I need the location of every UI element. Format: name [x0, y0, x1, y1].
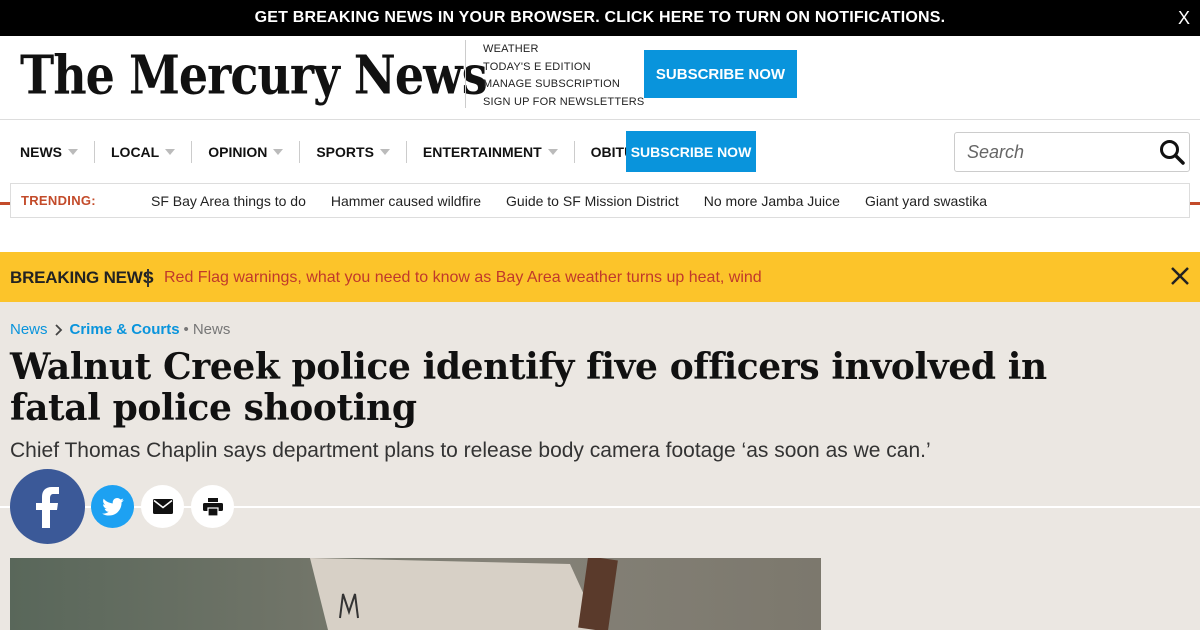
- trending-link[interactable]: Guide to SF Mission District: [506, 193, 679, 209]
- search-icon[interactable]: [1159, 139, 1185, 165]
- nav-item-label: NEWS: [20, 143, 62, 160]
- caret-down-icon: [68, 148, 78, 155]
- nav-item-local[interactable]: LOCAL: [95, 140, 193, 163]
- print-icon: [202, 497, 223, 516]
- trending-link[interactable]: No more Jamba Juice: [704, 193, 840, 209]
- search-box: [954, 132, 1190, 172]
- breaking-divider: [147, 269, 149, 287]
- masthead-divider: [465, 40, 466, 108]
- nav-item-opinion[interactable]: OPINION: [192, 140, 301, 163]
- nav-item-entertainment[interactable]: ENTERTAINMENT: [407, 140, 575, 163]
- email-icon: [152, 499, 173, 514]
- trending-link[interactable]: SF Bay Area things to do: [151, 193, 306, 209]
- trending-link[interactable]: Giant yard swastika: [865, 193, 987, 209]
- masthead-link-e-edition[interactable]: TODAY'S E EDITION: [483, 59, 644, 77]
- search-input[interactable]: [955, 133, 1145, 171]
- article-dek: Chief Thomas Chaplin says department pla…: [10, 439, 931, 462]
- notification-text[interactable]: GET BREAKING NEWS IN YOUR BROWSER. CLICK…: [0, 9, 1200, 27]
- nav-menu: NEWS LOCAL OPINION SPORTS ENTERTAINMENT …: [20, 131, 709, 172]
- facebook-share-button[interactable]: [10, 469, 85, 544]
- masthead-link-newsletters[interactable]: SIGN UP FOR NEWSLETTERS: [483, 94, 644, 112]
- hero-photo: [10, 558, 821, 630]
- nav-item-label: OPINION: [208, 143, 268, 160]
- facebook-icon: [35, 486, 59, 528]
- main-nav: NEWS LOCAL OPINION SPORTS ENTERTAINMENT …: [0, 120, 1200, 252]
- caret-down-icon: [273, 148, 284, 155]
- nav-subscribe-button[interactable]: SUBSCRIBE NOW: [626, 131, 756, 172]
- nav-item-label: ENTERTAINMENT: [422, 143, 542, 160]
- twitter-icon: [101, 497, 124, 516]
- breadcrumb-section: News: [192, 321, 231, 338]
- breaking-news-bar: BREAKING NEWS Red Flag warnings, what yo…: [0, 252, 1200, 302]
- trending-link[interactable]: Hammer caused wildfire: [331, 193, 481, 209]
- twitter-share-button[interactable]: [91, 485, 134, 528]
- breadcrumb-root[interactable]: News: [10, 321, 48, 338]
- site-logo[interactable]: The Mercury News: [20, 44, 488, 106]
- breadcrumb-category[interactable]: Crime & Courts: [70, 321, 180, 338]
- caret-down-icon: [165, 148, 176, 155]
- masthead-subscribe-button[interactable]: SUBSCRIBE NOW: [644, 50, 797, 98]
- masthead-link-manage-subscription[interactable]: MANAGE SUBSCRIPTION: [483, 76, 644, 94]
- caret-down-icon: [547, 148, 558, 155]
- nav-item-news[interactable]: NEWS: [20, 140, 95, 163]
- close-icon[interactable]: [1168, 264, 1192, 288]
- email-share-button[interactable]: [141, 485, 184, 528]
- print-button[interactable]: [191, 485, 234, 528]
- article-hero-image: [10, 558, 821, 630]
- nav-item-sports[interactable]: SPORTS: [300, 140, 407, 163]
- caret-down-icon: [379, 148, 390, 155]
- breaking-news-label: BREAKING NEWS: [10, 268, 154, 287]
- article-headline: Walnut Creek police identify five office…: [10, 346, 1047, 429]
- trending-bar: TRENDING: SF Bay Area things to do Hamme…: [10, 183, 1190, 218]
- masthead: The Mercury News WEATHER TODAY'S E EDITI…: [0, 36, 1200, 120]
- breadcrumb-dot: •: [183, 321, 189, 338]
- breadcrumb: News Crime & Courts • News: [10, 321, 230, 338]
- breaking-news-link[interactable]: Red Flag warnings, what you need to know…: [164, 269, 762, 287]
- nav-item-label: LOCAL: [111, 143, 160, 160]
- masthead-links: WEATHER TODAY'S E EDITION MANAGE SUBSCRI…: [483, 41, 644, 111]
- masthead-link-weather[interactable]: WEATHER: [483, 41, 644, 59]
- notification-bar[interactable]: GET BREAKING NEWS IN YOUR BROWSER. CLICK…: [0, 0, 1200, 36]
- notification-close-button[interactable]: X: [1178, 8, 1190, 29]
- chevron-right-icon: [54, 323, 62, 336]
- nav-item-label: SPORTS: [316, 143, 374, 160]
- trending-label: TRENDING:: [21, 193, 96, 208]
